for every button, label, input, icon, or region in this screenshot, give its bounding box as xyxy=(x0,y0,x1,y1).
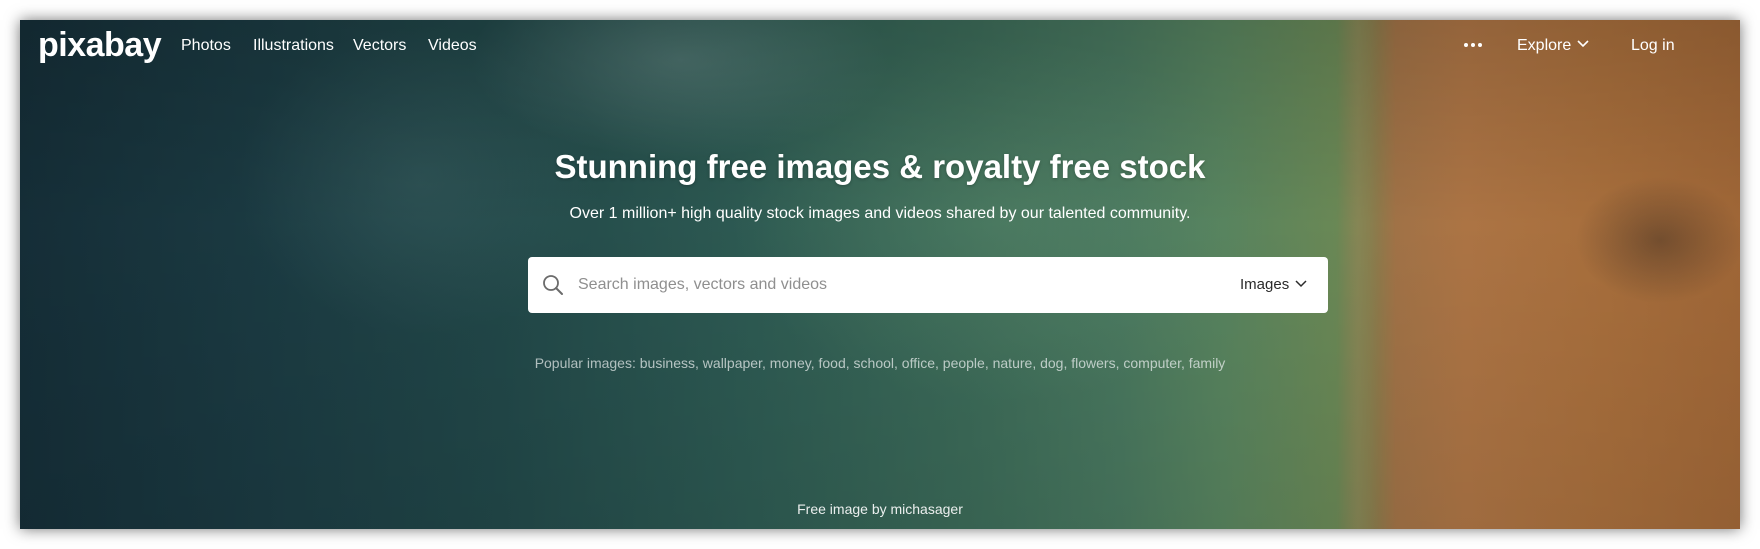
popular-tag[interactable]: nature xyxy=(993,355,1033,371)
nav-link-vectors[interactable]: Vectors xyxy=(353,36,406,56)
popular-tag[interactable]: money xyxy=(770,355,811,371)
popular-tag[interactable]: office xyxy=(902,355,935,371)
search-type-label: Images xyxy=(1240,276,1290,293)
popular-searches: Popular images: business, wallpaper, mon… xyxy=(534,355,1226,371)
popular-tag[interactable]: family xyxy=(1189,355,1226,371)
chevron-down-icon xyxy=(1295,280,1307,288)
search-icon[interactable] xyxy=(542,274,564,296)
popular-tag[interactable]: dog xyxy=(1040,355,1063,371)
nav-link-illustrations[interactable]: Illustrations xyxy=(253,36,334,56)
search-type-dropdown[interactable]: Images xyxy=(1240,275,1307,295)
credit-user-link[interactable]: michasager xyxy=(891,501,963,517)
ellipsis-icon[interactable] xyxy=(1463,38,1485,52)
popular-tag[interactable]: flowers xyxy=(1071,355,1115,371)
popular-tag[interactable]: food xyxy=(819,355,846,371)
hero-title: Stunning free images & royalty free stoc… xyxy=(554,148,1206,185)
top-navigation: pixabay Photos Illustrations Vectors Vid… xyxy=(20,20,1740,70)
nav-link-videos[interactable]: Videos xyxy=(428,36,477,56)
popular-tag[interactable]: people xyxy=(943,355,985,371)
popular-tag[interactable]: wallpaper xyxy=(703,355,762,371)
explore-label: Explore xyxy=(1517,37,1572,54)
popular-tag[interactable]: computer xyxy=(1123,355,1181,371)
chevron-down-icon xyxy=(1577,40,1589,48)
browser-viewport: pixabay Photos Illustrations Vectors Vid… xyxy=(20,20,1740,529)
credit-prefix: Free image by xyxy=(797,501,887,517)
popular-tag[interactable]: business xyxy=(640,355,695,371)
image-credit: Free image by michasager xyxy=(20,500,1740,518)
nav-link-photos[interactable]: Photos xyxy=(181,36,231,56)
hero-subtitle: Over 1 million+ high quality stock image… xyxy=(569,205,1191,222)
pixabay-logo[interactable]: pixabay xyxy=(38,28,162,62)
login-link[interactable]: Log in xyxy=(1631,36,1675,56)
search-bar: Images xyxy=(528,257,1328,313)
popular-tag[interactable]: school xyxy=(854,355,894,371)
popular-prefix: Popular images: xyxy=(534,355,636,371)
search-input[interactable] xyxy=(578,265,1198,305)
explore-dropdown[interactable]: Explore xyxy=(1517,36,1589,56)
